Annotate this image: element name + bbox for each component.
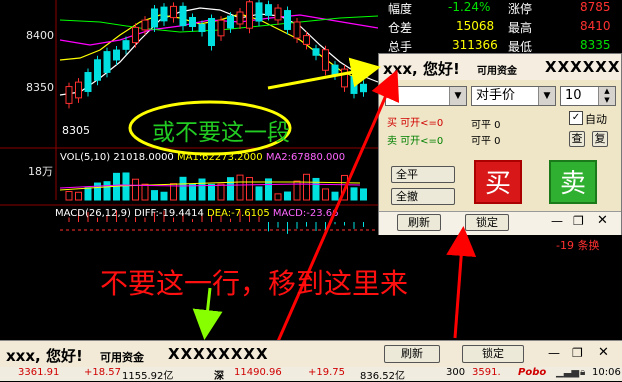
bottom-refresh-button[interactable]: 刷新 (384, 345, 440, 363)
sz-index: 11490.96 (234, 367, 282, 378)
bottom-funds-value: XXXXXXXX (168, 345, 269, 363)
bottom-funds-label: 可用资金 (100, 351, 144, 364)
lock-icon: 🔒︎ (580, 367, 586, 378)
sz-label: 深 (214, 371, 224, 382)
red-arrow-left (270, 69, 400, 356)
bottom-trade-bar: xxx, 您好! 可用资金 XXXXXXXX 刷新 锁定 — ❐ ✕ (0, 340, 622, 368)
red-arrow-right (446, 226, 477, 339)
market-status-bar: 3361.91 +18.57 1155.92亿 深 11490.96 +19.7… (0, 367, 622, 382)
annotation-main-text: 不要这一行，移到这里来 (100, 267, 409, 300)
yellow-arrow (267, 57, 381, 90)
bottom-lock-button[interactable]: 锁定 (462, 345, 524, 363)
close-icon[interactable]: ✕ (598, 345, 609, 360)
annotation-oval-text: 或不要这一段 (152, 120, 290, 146)
status-item-4: 3591. (472, 367, 501, 378)
restore-icon[interactable]: ❐ (572, 346, 583, 360)
sz-change: +19.75 (308, 367, 346, 378)
status-item-3: 300 (446, 367, 466, 378)
brand-label: Pobo (518, 367, 547, 378)
sh-index: 3361.91 (18, 367, 60, 378)
signal-icon: ▁▃▅ (556, 367, 580, 378)
sh-amount: 1155.92亿 (122, 371, 174, 382)
minimize-icon[interactable]: — (548, 346, 560, 360)
sh-change: +18.57 (84, 367, 122, 378)
bottom-greeting: xxx, 您好! (6, 347, 83, 365)
clock-time: 10:06 (592, 367, 621, 378)
annotation-overlay (128, 57, 477, 356)
sz-amount: 836.52亿 (360, 371, 405, 382)
